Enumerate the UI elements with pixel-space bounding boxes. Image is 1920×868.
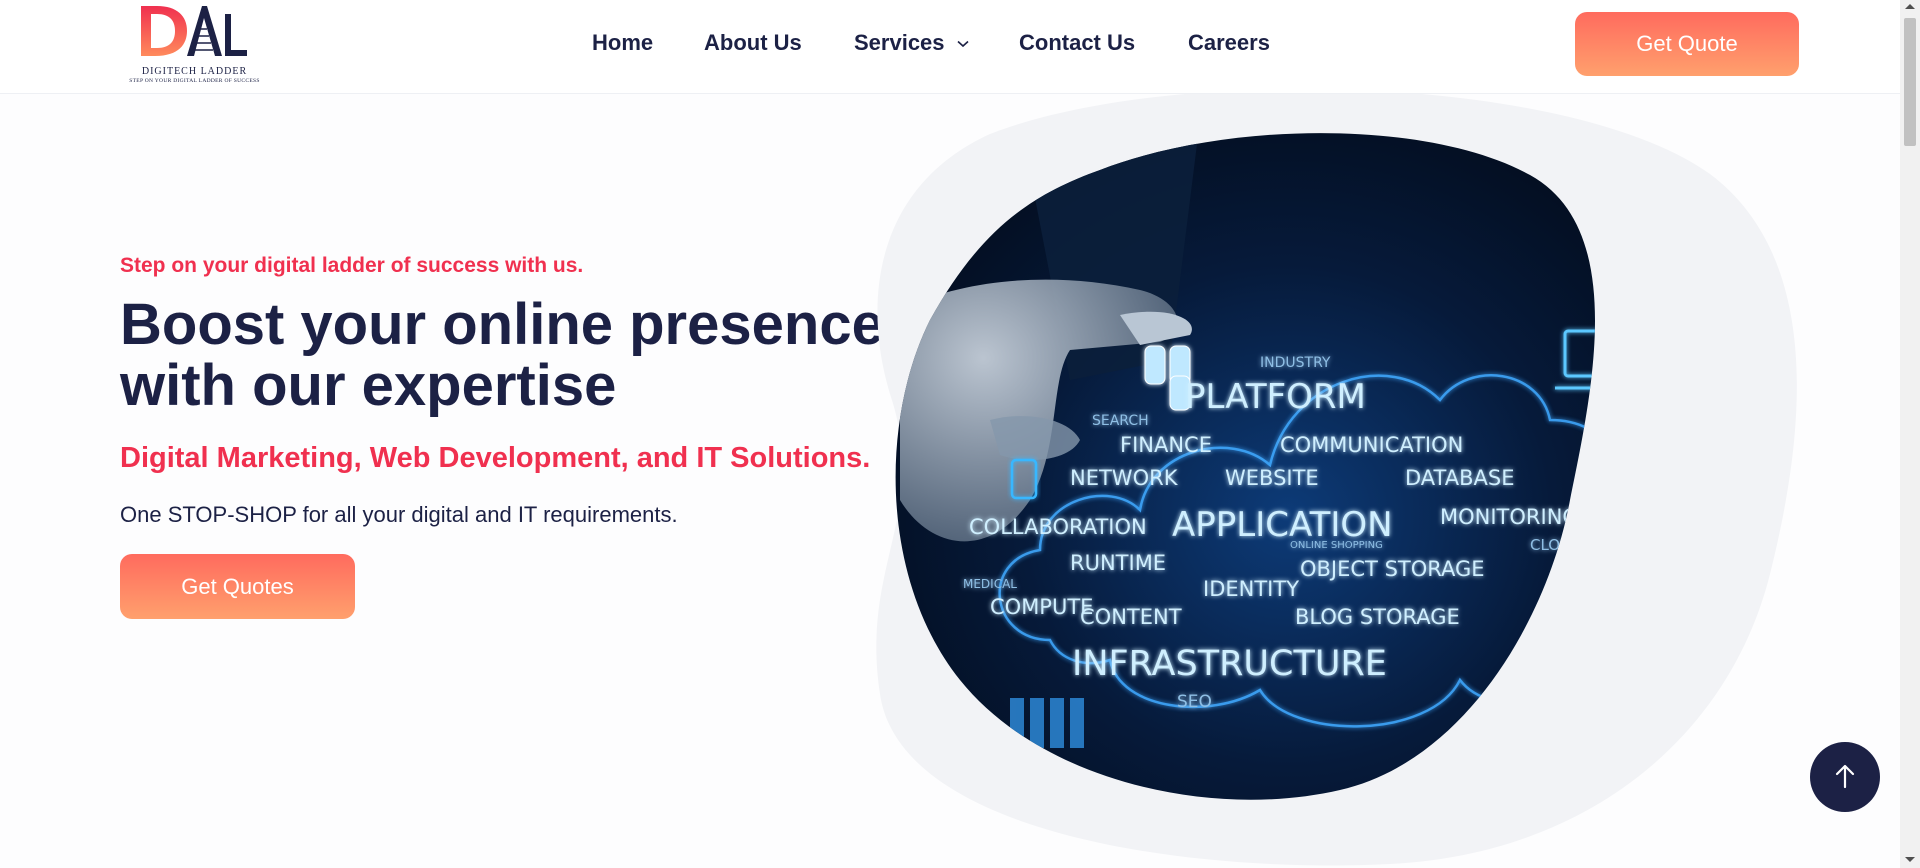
cloud-word-online-shopping: ONLINE SHOPPING	[1290, 540, 1383, 551]
cloud-word-platform: PLATFORM	[1185, 377, 1366, 417]
nav-home[interactable]: Home	[592, 30, 653, 56]
arrow-up-icon	[1835, 764, 1855, 789]
hero-headline-line1: Boost your online presence	[120, 292, 884, 357]
hero-headline: Boost your online presence with our expe…	[120, 294, 960, 416]
hero-description: One STOP-SHOP for all your digital and I…	[120, 502, 678, 527]
scroll-down-arrow-icon[interactable]	[1905, 857, 1915, 862]
site-header: DIGITECH LADDER STEP ON YOUR DIGITAL LAD…	[0, 0, 1900, 94]
chevron-down-icon	[957, 41, 969, 48]
hero-illustration: INDUSTRY PLATFORM SEARCH FINANCE COMMUNI…	[876, 94, 1797, 866]
nav-careers[interactable]: Careers	[1188, 30, 1270, 56]
cloud-word-search: SEARCH	[1092, 413, 1149, 429]
scroll-top-button[interactable]	[1810, 742, 1880, 812]
cloud-word-identity: IDENTITY	[1203, 577, 1299, 601]
hero-subheadline: Digital Marketing, Web Development, and …	[120, 442, 871, 474]
scroll-up-arrow-icon[interactable]	[1905, 4, 1915, 9]
cloud-word-collaboration: COLLABORATION	[969, 515, 1147, 539]
nav-services-label: Services	[854, 30, 945, 55]
scrollbar-thumb[interactable]	[1904, 18, 1916, 146]
logo-title: DIGITECH LADDER	[141, 66, 248, 77]
logo[interactable]: DIGITECH LADDER STEP ON YOUR DIGITAL LAD…	[107, 2, 282, 86]
cloud-word-website: WEBSITE	[1225, 466, 1319, 490]
cloud-word-database: DATABASE	[1405, 466, 1514, 490]
cloud-word-network: NETWORK	[1070, 466, 1179, 490]
cloud-word-runtime: RUNTIME	[1070, 551, 1166, 575]
cloud-word-medical: MEDICAL	[963, 577, 1017, 591]
cloud-word-compute: COMPUTE	[990, 595, 1093, 619]
cloud-word-object-storage: OBJECT STORAGE	[1300, 557, 1485, 581]
logo-tagline: STEP ON YOUR DIGITAL LADDER OF SUCCESS	[129, 78, 260, 84]
cloud-word-seo: SEO	[1177, 692, 1212, 712]
cloud-word-industry: INDUSTRY	[1260, 355, 1331, 371]
cloud-word-communication: COMMUNICATION	[1280, 433, 1463, 457]
page-scrollbar[interactable]	[1900, 0, 1920, 868]
cloud-word-monitoring: MONITORING	[1440, 505, 1579, 529]
cloud-word-finance: FINANCE	[1120, 433, 1212, 457]
nav-services[interactable]: Services	[854, 30, 969, 56]
cloud-word-blog-storage: BLOG STORAGE	[1295, 605, 1460, 629]
nav-about-us[interactable]: About Us	[704, 30, 802, 56]
get-quotes-button[interactable]: Get Quotes	[120, 554, 355, 619]
hero-headline-line2: with our expertise	[120, 353, 617, 418]
hero-tagline: Step on your digital ladder of success w…	[120, 254, 584, 277]
logo-mark-icon	[141, 6, 247, 56]
get-quote-button[interactable]: Get Quote	[1575, 12, 1799, 76]
cloud-word-content: CONTENT	[1080, 605, 1182, 629]
cloud-word-application: APPLICATION	[1172, 505, 1393, 545]
cloud-word-infrastructure: INFRASTRUCTURE	[1072, 644, 1387, 684]
nav-contact-us[interactable]: Contact Us	[1019, 30, 1135, 56]
